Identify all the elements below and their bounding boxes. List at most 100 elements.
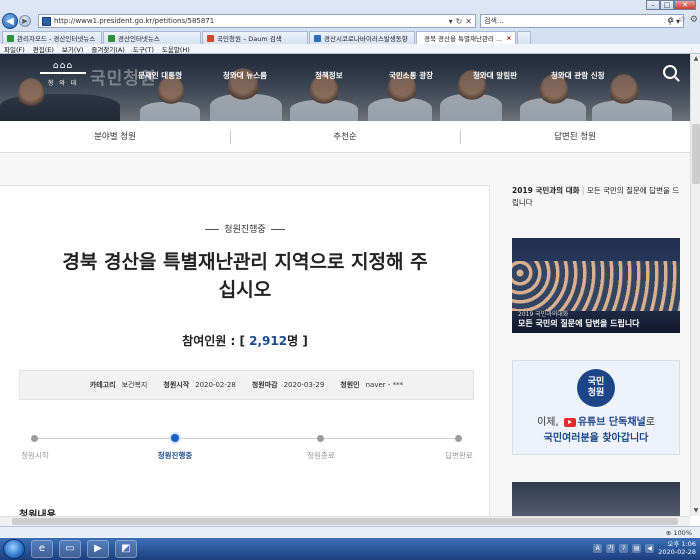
- address-bar[interactable]: http://www1.president.go.kr/petitions/58…: [38, 14, 476, 28]
- site-search-icon[interactable]: [663, 65, 677, 79]
- zoom-level[interactable]: ⊕ 100%: [666, 529, 692, 537]
- refresh-icon[interactable]: ↻: [456, 17, 463, 26]
- vertical-scroll-thumb[interactable]: [692, 124, 700, 184]
- nav-item[interactable]: 청와대 관람 신청: [551, 70, 605, 81]
- home-icon[interactable]: ⌂: [668, 15, 674, 25]
- participant-number: 2,912: [249, 334, 288, 348]
- compat-view-icon[interactable]: ▾: [449, 17, 453, 26]
- taskbar-media-icon[interactable]: ▶: [87, 540, 109, 558]
- tab-favicon-icon: [7, 34, 14, 42]
- browser-tab[interactable]: 관리자모드 - 경산인터넷뉴스: [2, 31, 102, 44]
- horizontal-scroll-thumb[interactable]: [12, 518, 678, 525]
- horizontal-scrollbar[interactable]: [0, 516, 690, 526]
- address-row: ◀ ▶ http://www1.president.go.kr/petition…: [0, 12, 700, 30]
- site-logo[interactable]: ⌂⌂⌂ 청 와 대: [32, 61, 94, 89]
- participant-count: 참여인원 : [ 2,912명 ]: [182, 334, 308, 348]
- new-tab-button[interactable]: [517, 31, 531, 44]
- category-info: 카테고리 보건복지: [89, 381, 148, 389]
- minimize-button[interactable]: –: [646, 0, 660, 10]
- subnav-answered[interactable]: 답변된 청원: [460, 121, 690, 153]
- menu-item[interactable]: 보기(V): [62, 44, 83, 54]
- conversation-photo-banner[interactable]: 2019 국민과의대화 모든 국민의 질문에 답변을 드립니다: [512, 238, 680, 333]
- browser-tab[interactable]: 국민청원 – Daum 검색: [202, 31, 308, 44]
- tab-favicon-icon: [314, 34, 321, 42]
- scroll-up-icon[interactable]: ▲: [692, 55, 700, 63]
- nav-item[interactable]: 청와대 뉴스룸: [223, 70, 267, 81]
- content-heading: 청원내용: [19, 510, 56, 516]
- progress-dot-closed: [317, 435, 324, 442]
- start-button[interactable]: [3, 539, 25, 559]
- address-url[interactable]: http://www1.president.go.kr/petitions/58…: [54, 17, 214, 25]
- browser-tab[interactable]: 경산시코로나바이러스발생동향: [309, 31, 415, 44]
- taskbar-app-icon[interactable]: ◩: [115, 540, 137, 558]
- petition-info-box: 카테고리 보건복지 청원시작 2020-02-28 청원마감 2020-03-29 청…: [19, 370, 474, 400]
- petition-status: 청원진행중: [0, 222, 490, 235]
- progress-step-label: 청원시작: [21, 451, 49, 460]
- progress-line: [34, 438, 459, 439]
- nav-item[interactable]: 정책정보: [315, 70, 343, 81]
- tab-close-icon[interactable]: ×: [506, 34, 511, 42]
- page-viewport: ⌂⌂⌂ 청 와 대 국민청원 문재인 대통령 청와대 뉴스룸 정책정보 국민소통 광장…: [0, 54, 690, 516]
- tab-strip: 관리자모드 - 경산인터넷뉴스 경산인터넷뉴스 국민청원 – Daum 검색 경산시코…: [0, 30, 700, 44]
- browser-tab[interactable]: 경북 경산을 특별재난관리 ... ×: [416, 31, 516, 44]
- sidebar: 2019 국민과의 대화 | 모든 국민의 질문에 답변을 드립니다 2019 …: [512, 185, 682, 516]
- clock[interactable]: 오후 1:06 2020-02-28: [658, 540, 696, 556]
- menu-item[interactable]: 편집(E): [33, 44, 54, 54]
- vertical-scrollbar[interactable]: ▲ ▼: [690, 54, 700, 516]
- subnav-by-category[interactable]: 분야별 청원: [0, 121, 230, 153]
- menu-item[interactable]: 즐겨찾기(A): [91, 44, 124, 54]
- network-icon[interactable]: ▤: [632, 543, 642, 553]
- author-info: 청원인 naver - ***: [340, 381, 404, 389]
- status-bar: ⊕ 100%: [0, 526, 700, 538]
- language-icon[interactable]: 가: [606, 543, 616, 553]
- sidebar-thumbnail[interactable]: [512, 482, 680, 516]
- scroll-down-icon[interactable]: ▼: [692, 507, 700, 515]
- back-button[interactable]: ◀: [2, 13, 18, 29]
- search-input[interactable]: 검색...: [484, 16, 504, 26]
- hero-banner: ⌂⌂⌂ 청 와 대 국민청원 문재인 대통령 청와대 뉴스룸 정책정보 국민소통 광장…: [0, 54, 690, 121]
- search-box[interactable]: 검색... ⚲ ▾: [480, 14, 684, 28]
- site-favicon-icon: [42, 16, 51, 26]
- start-date-info: 청원시작 2020-02-28: [163, 381, 236, 389]
- progress-step-label: 청원종료: [307, 451, 335, 460]
- menu-bar: 파일(F) 편집(E) 보기(V) 즐겨찾기(A) 도구(T) 도움말(H): [0, 44, 700, 54]
- taskbar-ie-icon[interactable]: e: [31, 540, 53, 558]
- volume-icon[interactable]: ◀: [645, 543, 655, 553]
- help-icon[interactable]: ?: [619, 543, 629, 553]
- browser-tab[interactable]: 경산인터넷뉴스: [103, 31, 201, 44]
- tab-label: 경북 경산을 특별재난관리 ...: [424, 35, 503, 43]
- nav-item[interactable]: 문재인 대통령: [138, 70, 182, 81]
- petition-badge: 국민 청원: [577, 369, 615, 407]
- progress-dot-start: [31, 435, 38, 442]
- close-button[interactable]: ✕: [674, 0, 696, 10]
- progress-step-label: 청원진행중: [157, 451, 193, 460]
- tab-favicon-icon: [207, 34, 214, 42]
- progress-dot-answered: [455, 435, 462, 442]
- menu-item[interactable]: 도움말(H): [162, 44, 190, 54]
- tab-label: 국민청원 – Daum 검색: [217, 35, 282, 43]
- tab-favicon-icon: [108, 34, 115, 42]
- end-date-info: 청원마감 2020-03-29: [251, 381, 325, 389]
- petition-title: 경북 경산을 특별재난관리 지역으로 지정해 주 십시오: [62, 251, 428, 301]
- tab-label: 관리자모드 - 경산인터넷뉴스: [17, 35, 96, 43]
- menu-item[interactable]: 파일(F): [4, 44, 25, 54]
- sidebar-caption[interactable]: 2019 국민과의 대화 | 모든 국민의 질문에 답변을 드립니다: [512, 185, 682, 209]
- taskbar-folder-icon[interactable]: ▭: [59, 540, 81, 558]
- nav-item[interactable]: 국민소통 광장: [389, 70, 433, 81]
- favorites-star-icon[interactable]: ☆: [678, 15, 686, 25]
- logo-label: 청 와 대: [47, 80, 79, 87]
- youtube-channel-banner[interactable]: 국민 청원 이제, 유튜브 단독채널로 국민여러분을 찾아갑니다: [512, 360, 680, 455]
- progress-dot-active: [171, 434, 179, 442]
- maximize-button[interactable]: □: [660, 0, 674, 10]
- title-bar: – □ ✕: [0, 0, 700, 12]
- stop-icon[interactable]: ✕: [465, 17, 472, 26]
- browser-chrome: – □ ✕ ◀ ▶ http://www1.president.go.kr/pe…: [0, 0, 700, 54]
- petition-panel: 청원진행중 경북 경산을 특별재난관리 지역으로 지정해 주 십시오 참여인원 …: [0, 185, 490, 516]
- subnav-recommended[interactable]: 추천순: [230, 121, 460, 153]
- settings-gear-icon[interactable]: ⚙: [690, 15, 698, 25]
- petition-subnav: 분야별 청원 추천순 답변된 청원: [0, 121, 690, 153]
- ime-icon[interactable]: A: [593, 543, 603, 553]
- nav-item[interactable]: 청와대 알림판: [473, 70, 517, 81]
- menu-item[interactable]: 도구(T): [133, 44, 154, 54]
- forward-button[interactable]: ▶: [19, 15, 31, 27]
